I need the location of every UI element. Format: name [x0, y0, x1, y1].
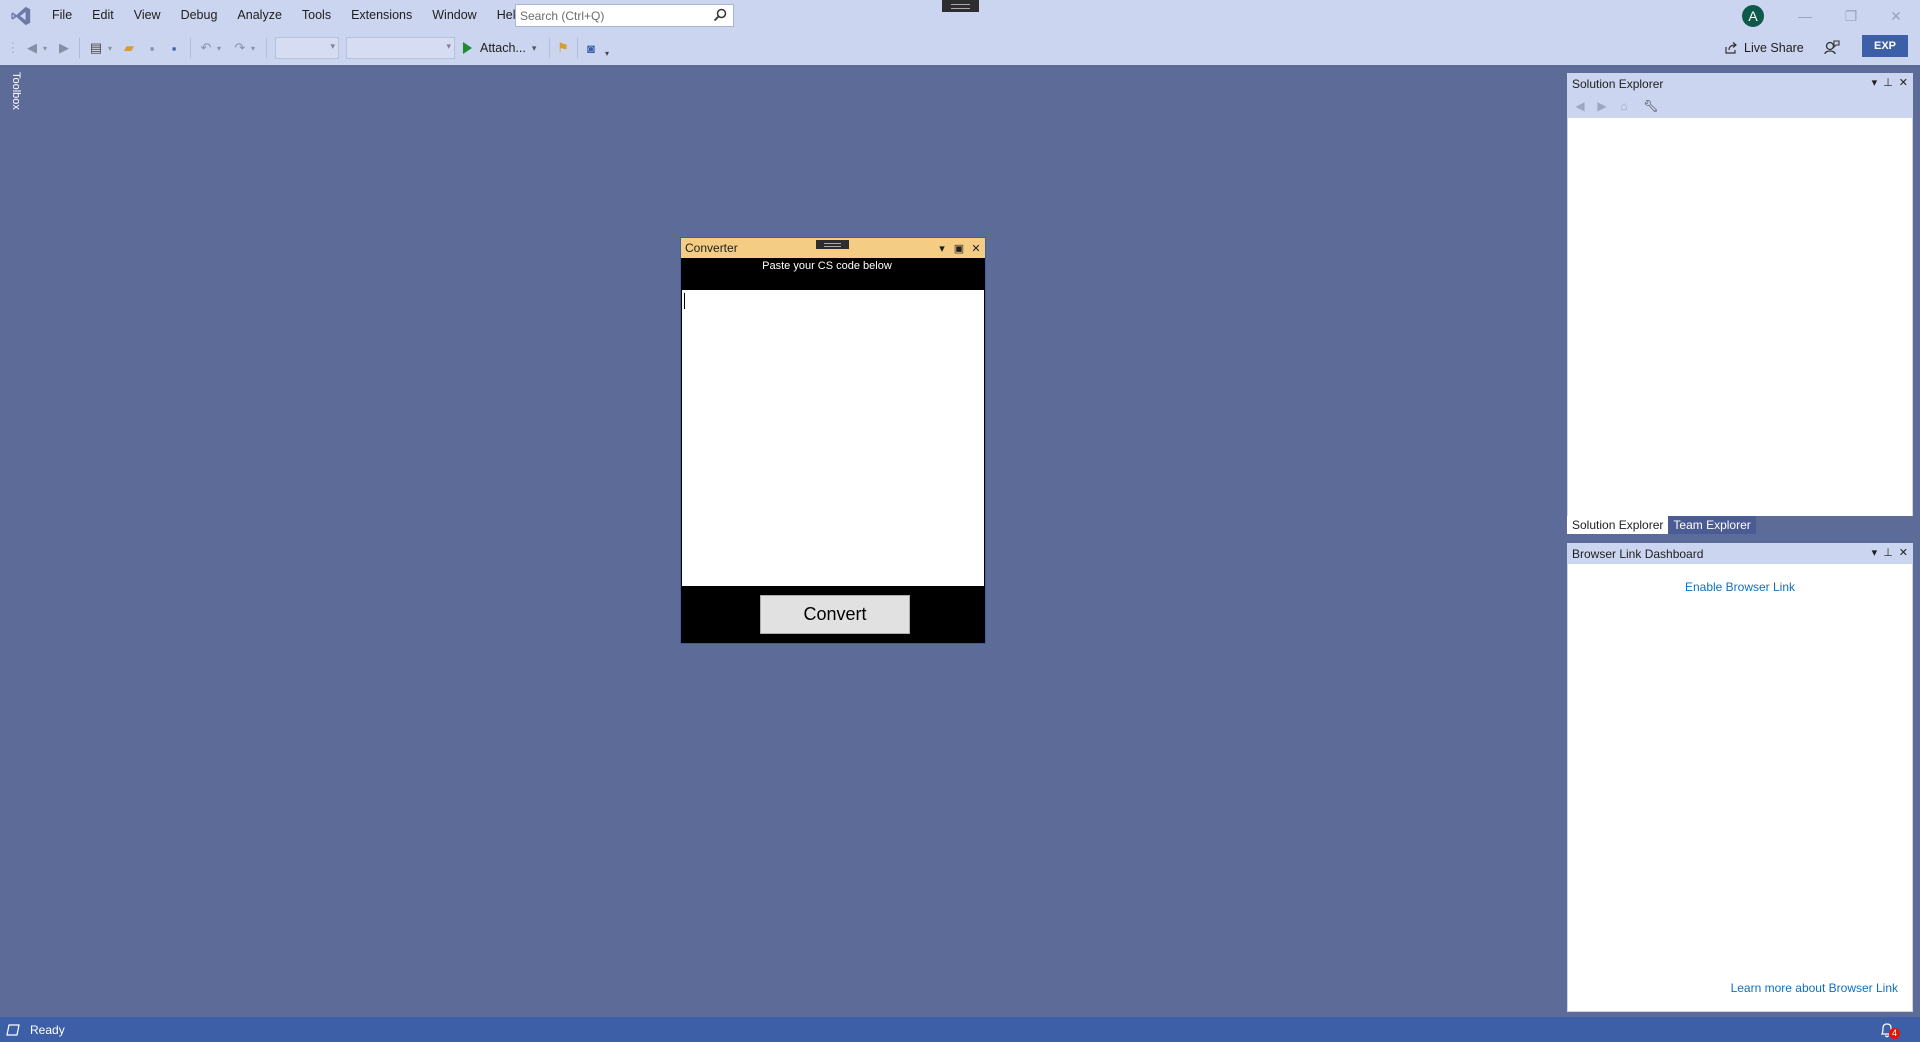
pin-icon[interactable]: ⊥ [1883, 546, 1893, 559]
panel-controls: ▾ ⊥ ✕ [1872, 546, 1908, 559]
play-icon [463, 42, 472, 54]
toolbar-separator [266, 38, 267, 58]
toolbar-separator [190, 38, 191, 58]
new-project-icon[interactable]: ▤ [87, 38, 105, 58]
home-icon[interactable]: ⌂ [1616, 98, 1632, 114]
converter-window: Converter ▾ ▣ ✕ Paste your CS code below… [680, 237, 986, 644]
chevron-down-icon[interactable]: ▾ [214, 38, 224, 58]
drag-grip[interactable] [816, 240, 849, 249]
live-share-button[interactable]: Live Share [1724, 37, 1804, 59]
text-caret [684, 293, 685, 309]
menu-tools[interactable]: Tools [292, 0, 341, 31]
wrench-icon[interactable]: 🔧︎ [1643, 98, 1659, 114]
learn-more-browser-link[interactable]: Learn more about Browser Link [1731, 981, 1898, 995]
navigate-back-icon[interactable]: ◀ [1572, 98, 1588, 114]
save-icon[interactable]: ▪ [144, 38, 160, 58]
search-icon[interactable] [713, 8, 727, 22]
visual-studio-logo-icon[interactable] [10, 5, 32, 27]
navigate-back-icon[interactable]: ◀ [24, 38, 40, 58]
menu-edit[interactable]: Edit [82, 0, 124, 31]
solution-explorer-title: Solution Explorer [1572, 77, 1664, 91]
close-icon[interactable]: ✕ [1899, 546, 1908, 559]
search-input[interactable]: Search (Ctrl+Q) [515, 4, 734, 27]
avatar[interactable]: A [1742, 5, 1764, 27]
solution-configuration-dropdown[interactable] [275, 37, 339, 59]
drag-grip[interactable] [942, 0, 979, 12]
menu-extensions[interactable]: Extensions [341, 0, 422, 31]
browser-link-dashboard-panel: Browser Link Dashboard ▾ ⊥ ✕ Enable Brow… [1567, 543, 1913, 1012]
code-input[interactable] [682, 290, 984, 586]
toolbox-tab[interactable]: Toolbox [8, 72, 22, 118]
toolbar-separator [549, 38, 550, 58]
solution-explorer-title-bar[interactable]: Solution Explorer ▾ ⊥ ✕ [1568, 74, 1912, 94]
toolbar-separator [79, 38, 80, 58]
menu-debug[interactable]: Debug [171, 0, 228, 31]
close-icon[interactable]: ✕ [969, 240, 983, 256]
menu-bar: File Edit View Debug Analyze Tools Exten… [0, 0, 1920, 31]
explorer-tabs: Solution Explorer Team Explorer [1567, 516, 1913, 534]
solution-explorer-toolbar: ◀ ▶ ⌂ 🔧︎ [1568, 94, 1912, 118]
converter-instructions: Paste your CS code below [762, 260, 892, 272]
menu-window[interactable]: Window [422, 0, 486, 31]
toolbar-options-icon[interactable]: ▾ [602, 43, 612, 63]
restore-icon[interactable]: ❐ [1831, 4, 1871, 28]
status-text: Ready [30, 1022, 65, 1037]
open-folder-icon[interactable]: ▰ [120, 38, 138, 58]
status-icon [6, 1023, 20, 1036]
browser-link-title: Browser Link Dashboard [1572, 547, 1704, 561]
menu-analyze[interactable]: Analyze [227, 0, 291, 31]
navigate-forward-icon[interactable]: ▶ [56, 38, 72, 58]
chevron-down-icon[interactable]: ▾ [1872, 76, 1878, 89]
attach-label: Attach... [480, 41, 526, 55]
redo-icon[interactable]: ↷ [232, 38, 248, 58]
chevron-down-icon[interactable]: ▾ [532, 43, 537, 54]
minimize-icon[interactable]: — [1785, 4, 1825, 28]
chevron-down-icon[interactable]: ▾ [105, 38, 115, 58]
save-all-icon[interactable]: ▪ [166, 38, 182, 58]
chevron-down-icon[interactable]: ▾ [1872, 546, 1878, 559]
convert-button[interactable]: Convert [760, 595, 910, 634]
attach-button[interactable]: Attach... ▾ [463, 37, 536, 59]
navigate-forward-icon[interactable]: ▶ [1594, 98, 1610, 114]
screen-capture-icon[interactable]: ◙ [582, 38, 600, 58]
close-icon[interactable]: ✕ [1876, 4, 1916, 28]
chevron-down-icon[interactable]: ▾ [935, 240, 949, 256]
notification-count-badge: 4 [1888, 1028, 1900, 1039]
exp-badge: EXP [1862, 35, 1908, 57]
status-bar: Ready 4 [0, 1017, 1920, 1042]
tab-solution-explorer[interactable]: Solution Explorer [1567, 516, 1669, 534]
solution-explorer-panel: Solution Explorer ▾ ⊥ ✕ ◀ ▶ ⌂ 🔧︎ [1567, 73, 1913, 533]
live-share-label: Live Share [1744, 41, 1804, 55]
chevron-down-icon[interactable]: ▾ [248, 38, 258, 58]
menu-view[interactable]: View [124, 0, 171, 31]
search-placeholder: Search (Ctrl+Q) [520, 8, 605, 23]
converter-title: Converter [685, 241, 738, 255]
feedback-icon[interactable] [1822, 39, 1840, 57]
panel-controls: ▾ ⊥ ✕ [1872, 76, 1908, 89]
menu-file[interactable]: File [42, 0, 82, 31]
enable-browser-link[interactable]: Enable Browser Link [1568, 580, 1912, 594]
browser-link-title-bar[interactable]: Browser Link Dashboard ▾ ⊥ ✕ [1568, 544, 1912, 564]
close-icon[interactable]: ✕ [1899, 76, 1908, 89]
toolbar-grip-icon: ⋮ [6, 40, 20, 55]
solution-platform-dropdown[interactable] [346, 37, 455, 59]
undo-icon[interactable]: ↶ [198, 38, 214, 58]
pin-icon[interactable]: ⊥ [1883, 76, 1893, 89]
maximize-icon[interactable]: ▣ [952, 240, 966, 256]
tab-team-explorer[interactable]: Team Explorer [1668, 516, 1756, 534]
toolbar: ⋮ ◀ ▾ ▶ ▤ ▾ ▰ ▪ ▪ ↶ ▾ ↷ ▾ Attach... ▾ ⚑ … [0, 31, 1920, 65]
share-icon [1725, 42, 1737, 54]
browser-link-icon[interactable]: ⚑ [554, 38, 572, 58]
chevron-down-icon[interactable]: ▾ [40, 38, 50, 58]
toolbar-separator [577, 38, 578, 58]
